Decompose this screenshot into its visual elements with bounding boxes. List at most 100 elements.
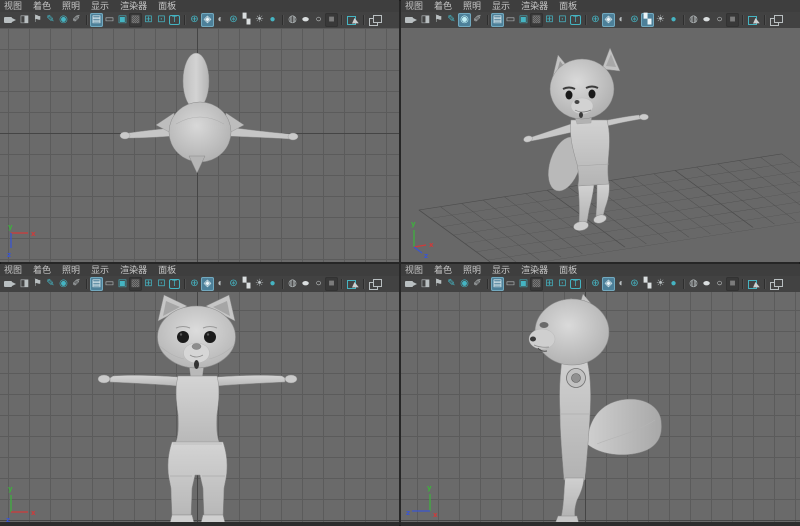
- gate-mask-icon[interactable]: ▩: [129, 13, 142, 27]
- shadow-icon[interactable]: ●: [667, 13, 680, 27]
- pan-zoom-icon[interactable]: ◉: [57, 277, 70, 291]
- checker-material-icon[interactable]: ▚: [240, 277, 253, 291]
- menu-view[interactable]: 视图: [401, 264, 430, 276]
- resolution-gate-icon[interactable]: ▣: [517, 13, 530, 27]
- menu-panels[interactable]: 面板: [154, 264, 183, 276]
- pan-zoom-icon[interactable]: ◉: [458, 13, 471, 27]
- menu-renderer[interactable]: 渲染器: [116, 0, 154, 12]
- depth-of-field-icon[interactable]: ■: [726, 13, 739, 27]
- menu-view[interactable]: 视图: [401, 0, 430, 12]
- model-top-view[interactable]: [0, 28, 399, 262]
- viewport-persp[interactable]: 视图 着色 照明 显示 渲染器 面板 ◨ ⚑ ✎ ◉ ✐ ▤ ▭ ▣ ▩ ⊞ ⊡ T ⊕ ◈ ◐ ⊛ ▚ ☀ ● ◍ ● ○ ■: [401, 0, 800, 262]
- menu-lighting[interactable]: 照明: [58, 264, 87, 276]
- menu-panels[interactable]: 面板: [555, 0, 584, 12]
- viewport-canvas-persp[interactable]: y x z: [401, 28, 800, 262]
- wireframe-on-shaded-icon[interactable]: ◐: [214, 277, 227, 291]
- film-gate-icon[interactable]: ▭: [103, 277, 116, 291]
- viewport-top[interactable]: 视图 着色 照明 显示 渲染器 面板 ◨ ⚑ ✎ ◉ ✐ ▤ ▭ ▣ ▩ ⊞ ⊡ T ⊕ ◈ ◐ ⊛ ▚ ☀ ● ◍ ● ○ ■: [0, 0, 399, 262]
- resolution-gate-icon[interactable]: ▣: [116, 13, 129, 27]
- camera-icon[interactable]: [403, 277, 419, 291]
- isolate-select-icon[interactable]: [768, 277, 783, 291]
- grid-icon[interactable]: ▤: [90, 13, 103, 27]
- menu-panels[interactable]: 面板: [555, 264, 584, 276]
- safe-action-icon[interactable]: ⊡: [556, 277, 569, 291]
- menu-view[interactable]: 视图: [0, 264, 29, 276]
- bookmark-icon[interactable]: ⚑: [432, 277, 445, 291]
- menu-lighting[interactable]: 照明: [459, 264, 488, 276]
- menu-panels[interactable]: 面板: [154, 0, 183, 12]
- film-gate-icon[interactable]: ▭: [103, 13, 116, 27]
- isolate-select-icon[interactable]: [367, 13, 382, 27]
- menu-renderer[interactable]: 渲染器: [517, 264, 555, 276]
- grease-pencil-icon[interactable]: ✎: [445, 13, 458, 27]
- pencil-icon[interactable]: ✐: [70, 277, 83, 291]
- camera-attributes-icon[interactable]: ◨: [419, 13, 432, 27]
- grease-pencil-icon[interactable]: ✎: [44, 13, 57, 27]
- resolution-gate-icon[interactable]: ▣: [116, 277, 129, 291]
- viewport-canvas-side[interactable]: y z x: [401, 292, 800, 526]
- antialias-icon[interactable]: ○: [713, 13, 726, 27]
- gate-mask-icon[interactable]: ▩: [530, 13, 543, 27]
- wireframe-sphere-icon[interactable]: ⊕: [188, 277, 201, 291]
- checker-material-icon[interactable]: ▚: [240, 13, 253, 27]
- depth-of-field-icon[interactable]: ■: [325, 13, 338, 27]
- model-persp-view[interactable]: [401, 28, 800, 262]
- menu-show[interactable]: 显示: [488, 264, 517, 276]
- grease-pencil-icon[interactable]: ✎: [44, 277, 57, 291]
- field-chart-icon[interactable]: ⊞: [142, 13, 155, 27]
- shadow-icon[interactable]: ●: [266, 13, 279, 27]
- menu-lighting[interactable]: 照明: [58, 0, 87, 12]
- shadow-icon[interactable]: ●: [667, 277, 680, 291]
- shaded-cube-icon[interactable]: ◈: [201, 13, 214, 27]
- resolution-gate-icon[interactable]: ▣: [517, 277, 530, 291]
- depth-of-field-icon[interactable]: ■: [726, 277, 739, 291]
- menu-view[interactable]: 视图: [0, 0, 29, 12]
- antialias-icon[interactable]: ○: [713, 277, 726, 291]
- model-front-view[interactable]: [0, 292, 399, 526]
- wireframe-sphere-icon[interactable]: ⊕: [188, 13, 201, 27]
- pencil-icon[interactable]: ✐: [70, 13, 83, 27]
- shadow-icon[interactable]: ●: [266, 277, 279, 291]
- select-cursor-icon[interactable]: [345, 13, 360, 27]
- bookmark-icon[interactable]: ⚑: [31, 13, 44, 27]
- checker-material-icon[interactable]: ▚: [641, 277, 654, 291]
- wireframe-on-shaded-icon[interactable]: ◐: [214, 13, 227, 27]
- antialias-icon[interactable]: ○: [312, 13, 325, 27]
- menu-shading[interactable]: 着色: [29, 0, 58, 12]
- menu-show[interactable]: 显示: [87, 264, 116, 276]
- textured-sphere-icon[interactable]: ⊛: [628, 13, 641, 27]
- bookmark-icon[interactable]: ⚑: [31, 277, 44, 291]
- grid-icon[interactable]: ▤: [491, 277, 504, 291]
- film-gate-icon[interactable]: ▭: [504, 13, 517, 27]
- pan-zoom-icon[interactable]: ◉: [458, 277, 471, 291]
- menu-shading[interactable]: 着色: [430, 264, 459, 276]
- isolate-select-icon[interactable]: [768, 13, 783, 27]
- grid-icon[interactable]: ▤: [491, 13, 504, 27]
- field-chart-icon[interactable]: ⊞: [543, 277, 556, 291]
- wireframe-on-shaded-icon[interactable]: ◐: [615, 13, 628, 27]
- viewport-front[interactable]: 视图 着色 照明 显示 渲染器 面板 ◨ ⚑ ✎ ◉ ✐ ▤ ▭ ▣ ▩ ⊞ ⊡ T ⊕ ◈ ◐ ⊛ ▚ ☀ ● ◍ ● ○ ■: [0, 264, 399, 526]
- gate-mask-icon[interactable]: ▩: [530, 277, 543, 291]
- select-cursor-icon[interactable]: [746, 13, 761, 27]
- wireframe-sphere-icon[interactable]: ⊕: [589, 277, 602, 291]
- select-cursor-icon[interactable]: [345, 277, 360, 291]
- camera-attributes-icon[interactable]: ◨: [18, 277, 31, 291]
- light-icon[interactable]: ☀: [654, 13, 667, 27]
- menu-shading[interactable]: 着色: [29, 264, 58, 276]
- shaded-cube-icon[interactable]: ◈: [602, 13, 615, 27]
- pencil-icon[interactable]: ✐: [471, 13, 484, 27]
- checker-material-icon[interactable]: ▚: [641, 13, 654, 27]
- field-chart-icon[interactable]: ⊞: [142, 277, 155, 291]
- menu-renderer[interactable]: 渲染器: [517, 0, 555, 12]
- shaded-cube-icon[interactable]: ◈: [201, 277, 214, 291]
- depth-of-field-icon[interactable]: ■: [325, 277, 338, 291]
- grease-pencil-icon[interactable]: ✎: [445, 277, 458, 291]
- isolate-select-icon[interactable]: [367, 277, 382, 291]
- menu-show[interactable]: 显示: [488, 0, 517, 12]
- textured-sphere-icon[interactable]: ⊛: [227, 277, 240, 291]
- camera-attributes-icon[interactable]: ◨: [18, 13, 31, 27]
- camera-attributes-icon[interactable]: ◨: [419, 277, 432, 291]
- light-icon[interactable]: ☀: [253, 277, 266, 291]
- viewport-canvas-front[interactable]: y x z: [0, 292, 399, 526]
- bookmark-icon[interactable]: ⚑: [432, 13, 445, 27]
